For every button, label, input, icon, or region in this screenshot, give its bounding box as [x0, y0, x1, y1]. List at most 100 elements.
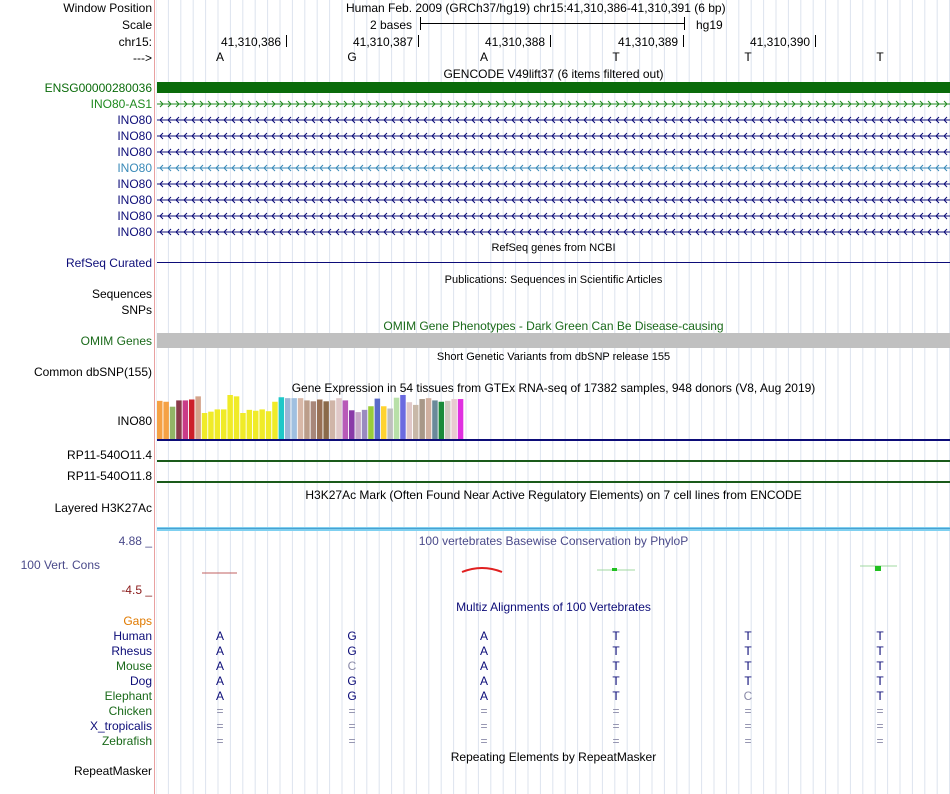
- species-label[interactable]: Mouse: [116, 659, 152, 673]
- gencode-track-label[interactable]: INO80: [117, 177, 152, 191]
- gencode-track-feature[interactable]: [157, 114, 950, 128]
- gtex-tissue-bar[interactable]: [368, 406, 374, 440]
- gtex-tissue-bar[interactable]: [208, 411, 214, 440]
- gtex-tissue-bar[interactable]: [259, 409, 265, 440]
- gencode-track-label[interactable]: INO80: [117, 225, 152, 239]
- gtex-tissue-bar[interactable]: [425, 398, 432, 440]
- gtex-gene-label[interactable]: INO80: [117, 414, 152, 428]
- rp11-4-label[interactable]: RP11-540O11.4: [67, 448, 152, 462]
- gtex-tissue-bar[interactable]: [227, 395, 233, 440]
- repeatmasker-title[interactable]: Repeating Elements by RepeatMasker: [157, 750, 950, 764]
- gencode-title[interactable]: GENCODE V49lift37 (6 items filtered out): [157, 67, 950, 81]
- gtex-tissue-bar[interactable]: [406, 402, 413, 440]
- gtex-title[interactable]: Gene Expression in 54 tissues from GTEx …: [157, 381, 950, 395]
- gencode-track-feature[interactable]: [157, 98, 950, 112]
- gtex-tissue-bar[interactable]: [265, 411, 272, 440]
- gtex-tissue-bar[interactable]: [297, 398, 304, 440]
- gtex-tissue-bar[interactable]: [157, 400, 163, 440]
- dbsnp-title[interactable]: Short Genetic Variants from dbSNP releas…: [157, 350, 950, 364]
- gencode-track-label[interactable]: INO80: [117, 193, 152, 207]
- gtex-tissue-bar[interactable]: [169, 406, 176, 440]
- gtex-tissue-bar[interactable]: [176, 400, 182, 440]
- h3k27ac-label[interactable]: Layered H3K27Ac: [55, 501, 152, 515]
- gtex-tissue-bar[interactable]: [432, 400, 438, 440]
- gtex-tissue-bar[interactable]: [221, 409, 227, 440]
- omim-title[interactable]: OMIM Gene Phenotypes - Dark Green Can Be…: [157, 319, 950, 333]
- gtex-tissue-bar[interactable]: [233, 396, 240, 440]
- sequences-label[interactable]: Sequences: [92, 287, 152, 301]
- gtex-tissue-bar[interactable]: [342, 400, 349, 440]
- gtex-tissue-bar[interactable]: [182, 400, 189, 440]
- gencode-track-label[interactable]: INO80: [117, 129, 152, 143]
- gtex-tissue-bar[interactable]: [195, 396, 201, 440]
- snps-label[interactable]: SNPs: [121, 303, 152, 317]
- gtex-tissue-bar[interactable]: [387, 408, 393, 441]
- gtex-tissue-bar[interactable]: [310, 401, 317, 440]
- dbsnp-label[interactable]: Common dbSNP(155): [34, 365, 152, 379]
- gtex-tissue-bar[interactable]: [323, 401, 329, 440]
- gtex-tissue-bar[interactable]: [438, 401, 445, 440]
- gaps-label[interactable]: Gaps: [123, 614, 152, 628]
- phylop-label[interactable]: 100 Vert. Cons: [21, 558, 100, 572]
- gtex-tissue-bar[interactable]: [272, 401, 278, 440]
- gtex-tissue-bar[interactable]: [214, 409, 221, 440]
- gencode-track-feature[interactable]: [157, 178, 950, 192]
- gtex-tissue-bar[interactable]: [381, 406, 387, 440]
- species-label[interactable]: Rhesus: [111, 644, 152, 658]
- gtex-tissue-bar[interactable]: [457, 399, 464, 440]
- gencode-track-label[interactable]: ENSG00000280036: [45, 81, 152, 95]
- gencode-track-label[interactable]: INO80: [117, 145, 152, 159]
- multiz-title[interactable]: Multiz Alignments of 100 Vertebrates: [157, 600, 950, 614]
- gtex-tissue-bar[interactable]: [361, 409, 368, 440]
- gtex-tissue-bar[interactable]: [246, 409, 253, 440]
- phylop-title[interactable]: 100 vertebrates Basewise Conservation by…: [157, 534, 950, 548]
- gtex-bar-chart[interactable]: [157, 395, 950, 487]
- gencode-track-feature[interactable]: [157, 162, 950, 176]
- refseq-label[interactable]: RefSeq Curated: [66, 256, 152, 270]
- gencode-track-feature[interactable]: [157, 130, 950, 144]
- repeatmasker-label[interactable]: RepeatMasker: [74, 764, 152, 778]
- gtex-tissue-bar[interactable]: [253, 410, 259, 440]
- gtex-tissue-bar[interactable]: [419, 399, 425, 440]
- gtex-tissue-bar[interactable]: [278, 397, 285, 440]
- gtex-tissue-bar[interactable]: [201, 413, 208, 440]
- publications-title[interactable]: Publications: Sequences in Scientific Ar…: [157, 273, 950, 287]
- gencode-track-feature[interactable]: [157, 226, 950, 240]
- gtex-tissue-bar[interactable]: [445, 400, 451, 440]
- species-label[interactable]: X_tropicalis: [90, 719, 152, 733]
- gtex-tissue-bar[interactable]: [451, 399, 457, 440]
- gtex-tissue-bar[interactable]: [317, 399, 323, 441]
- gtex-tissue-bar[interactable]: [329, 400, 336, 440]
- gtex-tissue-bar[interactable]: [355, 412, 361, 440]
- gencode-track-feature[interactable]: [157, 146, 950, 160]
- gencode-track-feature[interactable]: [157, 210, 950, 224]
- gencode-track-label[interactable]: INO80: [117, 161, 152, 175]
- gtex-tissue-bar[interactable]: [349, 410, 355, 440]
- gencode-track-label[interactable]: INO80-AS1: [91, 97, 152, 111]
- gtex-tissue-bar[interactable]: [304, 400, 310, 440]
- refseq-title[interactable]: RefSeq genes from NCBI: [157, 241, 950, 255]
- species-label[interactable]: Elephant: [105, 689, 152, 703]
- gtex-tissue-bar[interactable]: [163, 401, 169, 440]
- gtex-tissue-bar[interactable]: [400, 395, 406, 440]
- gtex-tissue-bar[interactable]: [393, 397, 400, 440]
- gtex-tissue-bar[interactable]: [189, 399, 195, 441]
- species-label[interactable]: Human: [113, 629, 152, 643]
- h3k27ac-title[interactable]: H3K27Ac Mark (Often Found Near Active Re…: [157, 488, 950, 502]
- gencode-track-feature[interactable]: [157, 194, 950, 208]
- omim-bar[interactable]: [157, 333, 950, 348]
- gencode-track-label[interactable]: INO80: [117, 113, 152, 127]
- gtex-tissue-bar[interactable]: [291, 398, 297, 440]
- rp11-8-label[interactable]: RP11-540O11.8: [67, 469, 152, 483]
- gtex-tissue-bar[interactable]: [336, 398, 342, 440]
- gtex-tissue-bar[interactable]: [413, 404, 419, 440]
- gtex-tissue-bar[interactable]: [285, 398, 291, 440]
- gencode-track-feature[interactable]: [157, 82, 950, 96]
- gtex-tissue-bar[interactable]: [240, 413, 246, 440]
- gencode-track-label[interactable]: INO80: [117, 209, 152, 223]
- gtex-tissue-bar[interactable]: [374, 398, 381, 440]
- omim-label[interactable]: OMIM Genes: [81, 334, 152, 348]
- species-label[interactable]: Chicken: [109, 704, 152, 718]
- species-label[interactable]: Dog: [130, 674, 152, 688]
- species-label[interactable]: Zebrafish: [102, 734, 152, 748]
